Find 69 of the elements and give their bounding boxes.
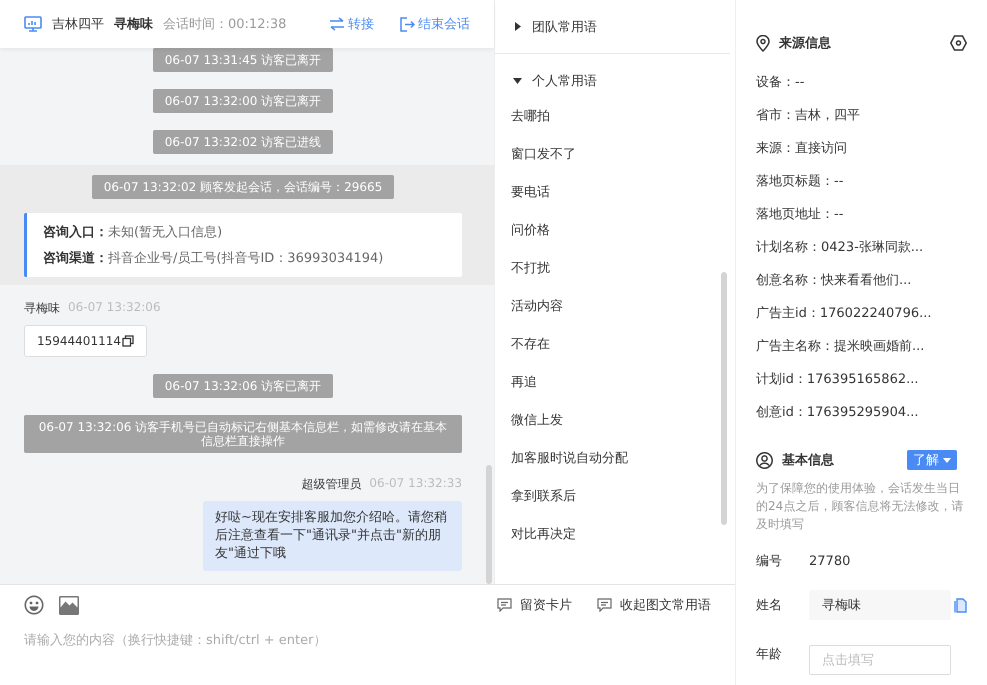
sender-name: 超级管理员	[301, 476, 362, 493]
phrase-item[interactable]: 活动内容	[495, 288, 735, 326]
caret-icon	[513, 76, 522, 85]
source-info-row-text: 计划id：176395165862...	[756, 371, 920, 389]
source-info-row-text: 计划名称：0423-张琳同款...	[756, 239, 924, 257]
system-notice: 06-07 13:32:02 顾客发起会话，会话编号：29665	[92, 175, 394, 199]
phrase-item[interactable]: 不打扰	[495, 250, 735, 288]
message-time: 06-07 13:32:33	[369, 476, 462, 492]
input-field[interactable]: 寻梅味	[809, 590, 951, 620]
copy-icon[interactable]	[122, 335, 134, 347]
phrase-item[interactable]: 对比再决定	[495, 516, 735, 554]
source-info-row-text: 落地页标题：--	[756, 173, 844, 191]
section-title: 基本信息	[782, 452, 834, 469]
settings-icon[interactable]	[950, 35, 967, 51]
emoji-icon[interactable]	[24, 595, 44, 615]
scrollbar[interactable]	[721, 272, 727, 525]
message-icon	[497, 598, 512, 612]
field-value: 27780	[809, 554, 850, 568]
phrase-item[interactable]: 再追	[495, 364, 735, 402]
system-notice: 06-07 13:32:06 访客手机号已自动标记右侧基本信息栏，如需修改请在基本信息栏直接操作	[24, 415, 462, 453]
field-label: 年龄	[756, 646, 783, 663]
monitor-icon	[24, 16, 42, 32]
message-time: 06-07 13:32:06	[68, 300, 161, 316]
input-field[interactable]: 点击填写	[809, 645, 951, 675]
source-info-row-text: 广告主名称：提米映画婚前...	[756, 338, 926, 356]
source-info-row-text: 省市：吉林，四平	[756, 107, 861, 125]
info-label: 咨询渠道：	[43, 251, 108, 266]
message-bubble: 好哒~现在安排客服加您介绍哈。请您稍后注意查看一下"通讯录"并点击"新的朋友"通过下哦	[203, 501, 462, 571]
user-circle-icon	[756, 452, 773, 468]
caret-icon	[513, 22, 522, 31]
message-icon	[597, 598, 612, 612]
source-info-row-text: 来源：直接访问	[756, 140, 848, 158]
location-pin-icon	[756, 34, 770, 52]
field-label: 编号	[756, 553, 783, 570]
section-title: 来源信息	[779, 35, 831, 52]
visitor-name: 寻梅味	[114, 16, 153, 33]
image-icon[interactable]	[59, 596, 79, 614]
system-notice: 06-07 13:31:45 访客已离开	[152, 48, 334, 72]
source-info-row-text: 设备：--	[756, 74, 806, 92]
notice-text: 为了保障您的使用体验，会话发生当日的24点之后，顾客信息将无法修改，请及时填写	[756, 480, 964, 533]
system-notice: 06-07 13:32:06 访客已离开	[152, 374, 334, 398]
source-info-row-text: 落地页地址：--	[756, 206, 844, 224]
info-value: 未知(暂无入口信息)	[108, 225, 222, 240]
phrase-item[interactable]: 拿到联系后	[495, 478, 735, 516]
swap-arrows-icon	[329, 17, 345, 31]
phrase-item[interactable]: 微信上发	[495, 402, 735, 440]
info-label: 咨询入口：	[43, 225, 108, 240]
system-notice: 06-07 13:32:00 访客已离开	[152, 89, 334, 113]
sender-name: 寻梅味	[24, 300, 60, 317]
phrase-item[interactable]: 不存在	[495, 326, 735, 364]
field-label: 姓名	[756, 597, 783, 614]
source-info-row-text: 创意名称：快来看看他们...	[756, 272, 912, 290]
composer-action[interactable]: 收起图文常用语	[597, 596, 711, 614]
session-time: 会话时间：00:12:38	[163, 16, 286, 33]
source-info-row-text: 创意id：176395295904...	[756, 404, 920, 422]
info-value: 抖音企业号/员工号(抖音号ID：36993034194)	[108, 251, 384, 266]
phrase-group-header[interactable]: 团队常用语	[495, 0, 730, 53]
source-info-row-text: 广告主id：176022240796...	[756, 305, 933, 323]
caret-down-icon	[943, 458, 951, 462]
phrase-item[interactable]: 问价格	[495, 212, 735, 250]
phrase-item[interactable]: 加客服时说自动分配	[495, 440, 735, 478]
visitor-location: 吉林四平	[52, 16, 104, 33]
composer-action[interactable]: 留资卡片	[497, 596, 572, 614]
system-notice: 06-07 13:32:02 访客已进线	[152, 130, 334, 154]
phrase-item[interactable]: 要电话	[495, 174, 735, 212]
scrollbar[interactable]	[486, 465, 492, 584]
message-text: 15944401114	[37, 334, 121, 348]
phrase-item[interactable]: 窗口发不了	[495, 136, 735, 174]
exit-icon	[400, 16, 415, 32]
